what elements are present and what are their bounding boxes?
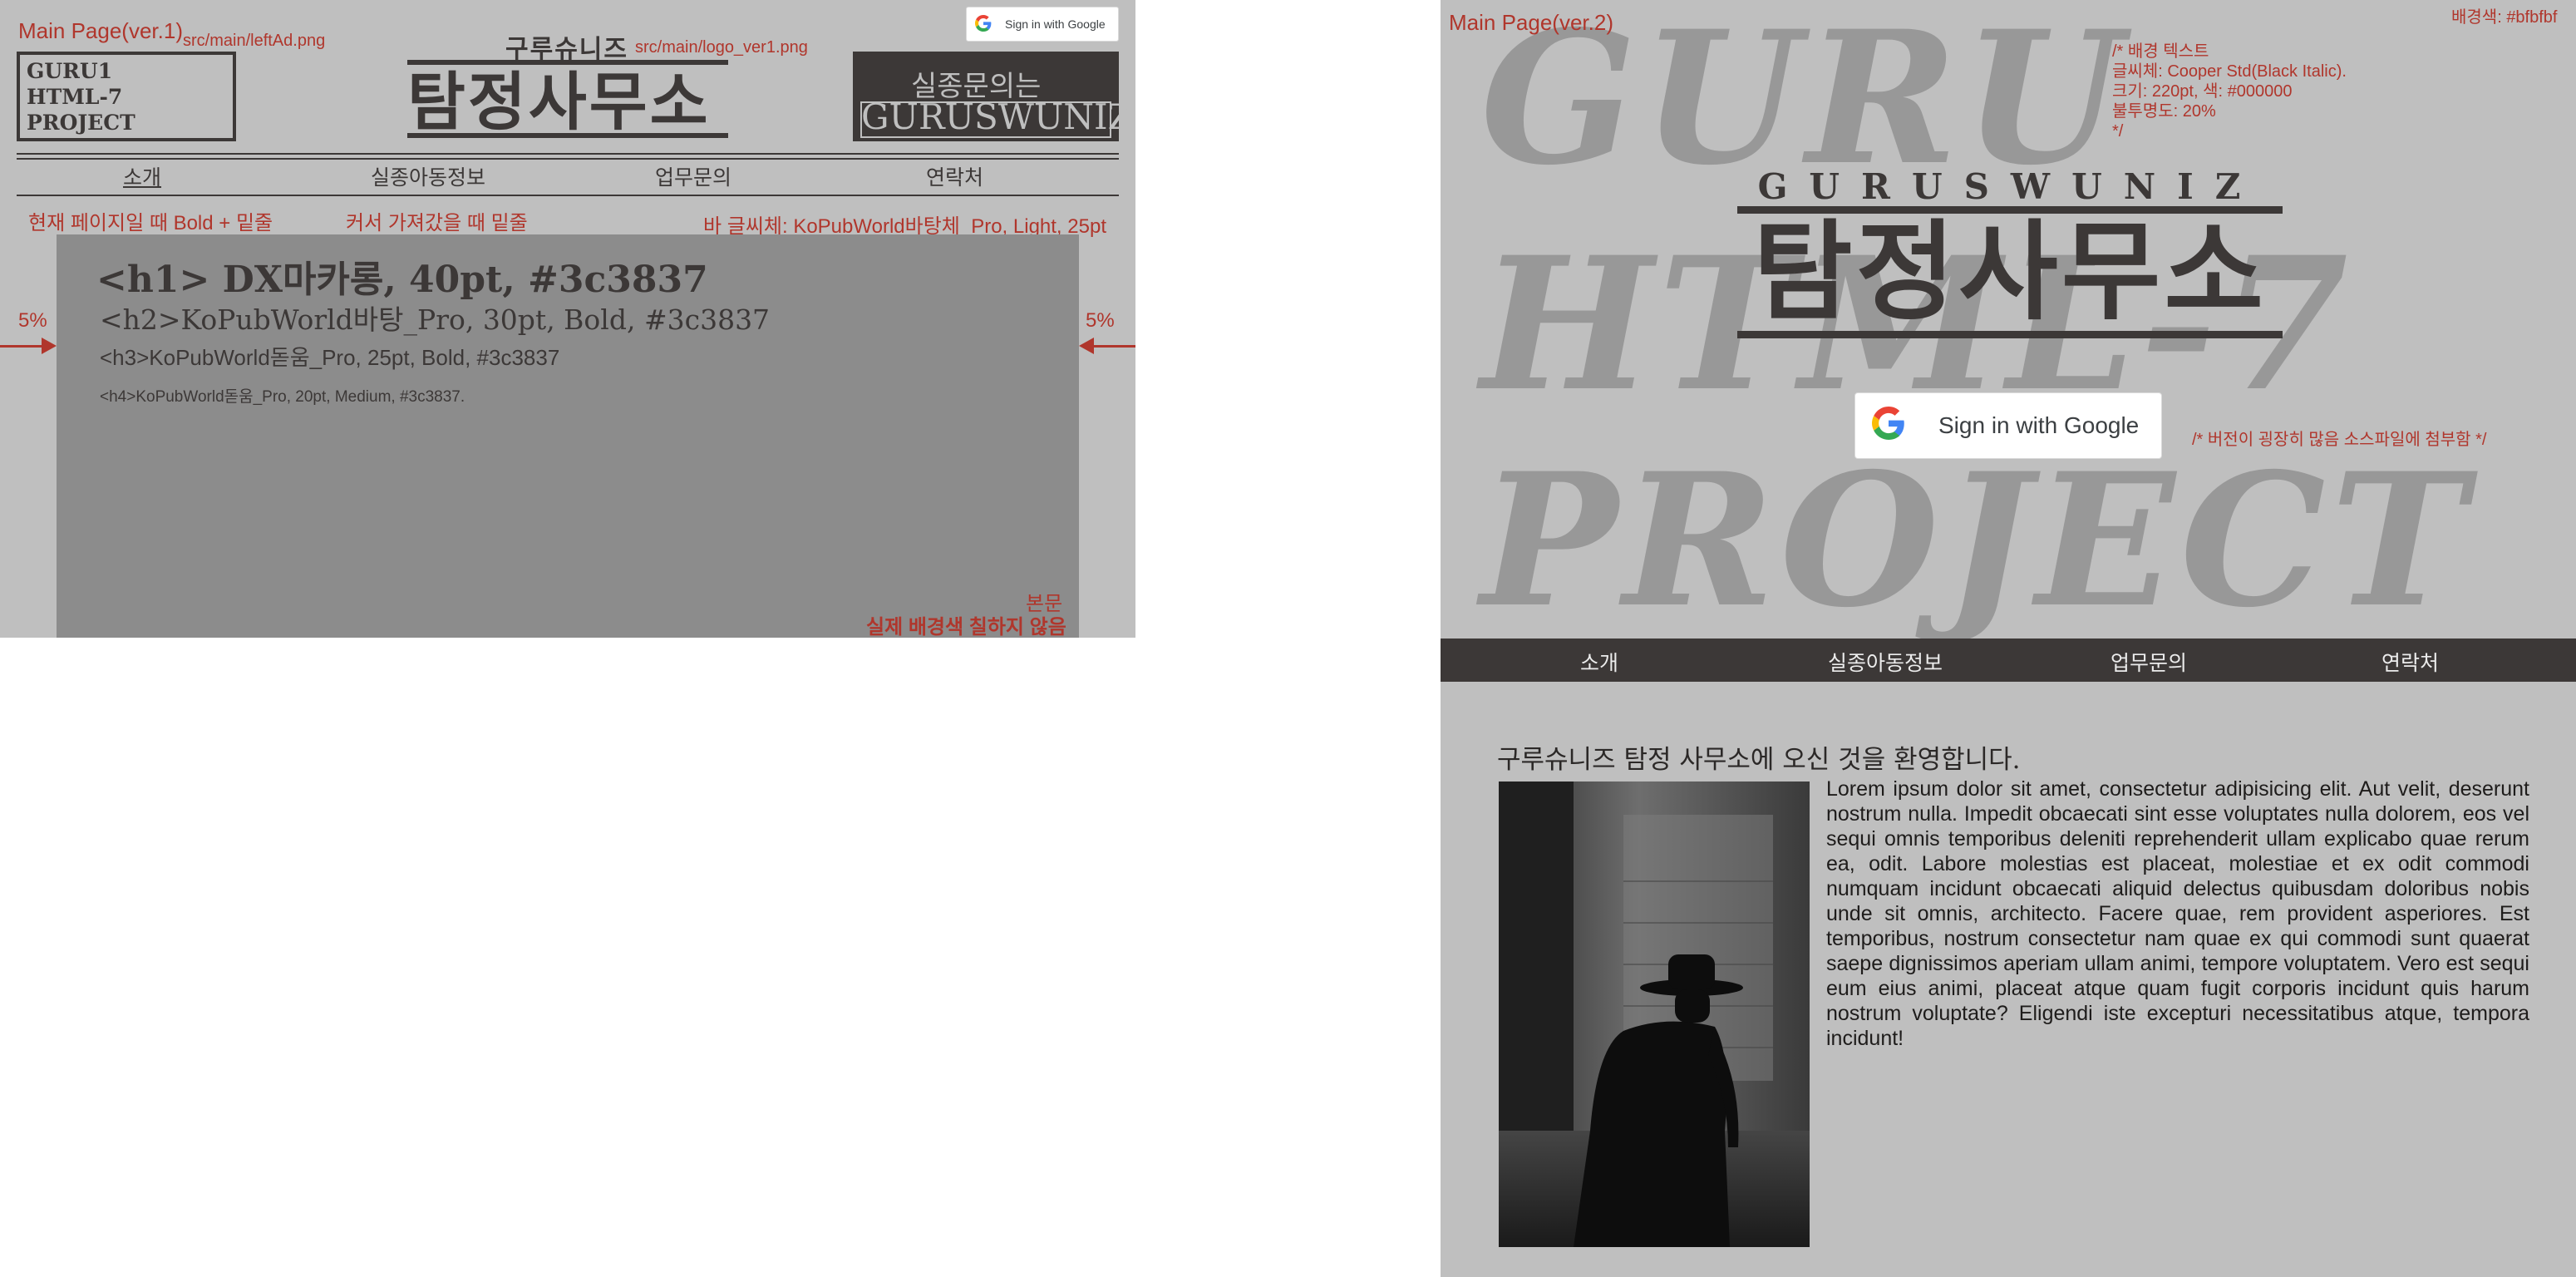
google-signin-button[interactable]: Sign in with Google xyxy=(966,7,1119,42)
font-version-note: /* 버전이 굉장히 많음 소스파일에 첨부함 */ xyxy=(2192,431,2487,449)
google-signin-label: Sign in with Google xyxy=(1005,17,1106,31)
main-page-v2: GURU HTML-7 PROJECT Main Page(ver.2) 배경색… xyxy=(1441,0,2576,1277)
logo-rule-bottom xyxy=(407,133,728,138)
bg-word-project: PROJECT xyxy=(1480,432,2472,648)
nav-item-missing-children[interactable]: 실종아동정보 xyxy=(1828,647,1943,677)
logo-title: 탐정사무소 xyxy=(407,65,711,139)
right-ad-line2: GURUSWUNIZ xyxy=(861,96,1132,137)
note-current-page: 현재 페이지일 때 Bold + 밑줄 xyxy=(28,212,273,234)
nav-rule-bottom xyxy=(17,195,1119,196)
nav-rule-top xyxy=(17,153,1119,155)
nav-item-inquiry[interactable]: 업무문의 xyxy=(2111,647,2187,677)
logo-rule-bottom xyxy=(1737,331,2283,338)
google-g-icon xyxy=(1872,406,1905,446)
nav-item-contact[interactable]: 연락처 xyxy=(2381,647,2439,677)
margin-right-arrow-line xyxy=(1091,345,1135,348)
arrow-left-icon xyxy=(1079,338,1094,354)
heading-h1-sample: <h1> DX마카롱, 40pt, #3c3837 xyxy=(96,259,708,301)
bg-text-note: /* 배경 텍스트 글씨체: Cooper Std(Black Italic).… xyxy=(2112,42,2347,141)
margin-left-arrow-line xyxy=(0,345,47,348)
nav-item-intro[interactable]: 소개 xyxy=(123,161,161,191)
nav-item-intro[interactable]: 소개 xyxy=(1580,647,1618,677)
left-ad-line: GURU1 xyxy=(27,59,113,83)
bg-text-note-line: 불투명도: 20% xyxy=(2112,102,2216,121)
body-note-detail: 실제 배경색 칠하지 않음 xyxy=(866,616,1066,638)
nav-item-inquiry[interactable]: 업무문의 xyxy=(655,161,731,191)
margin-left-label: 5% xyxy=(18,309,47,332)
bg-text-note-line: 크기: 220pt, 색: #000000 xyxy=(2112,82,2293,101)
logo-subtitle: GURUSWUNIZ xyxy=(1757,166,2263,207)
heading-h2-sample: <h2>KoPubWorld바탕_Pro, 30pt, Bold, #3c383… xyxy=(100,303,771,336)
google-signin-button[interactable]: Sign in with Google xyxy=(1854,392,2162,459)
heading-h3-sample: <h3>KoPubWorld돋움_Pro, 25pt, Bold, #3c383… xyxy=(100,345,560,370)
logo-path-note: src/main/logo_ver1.png xyxy=(635,38,808,57)
intro-paragraph: Lorem ipsum dolor sit amet, consectetur … xyxy=(1826,777,2529,1050)
bg-color-note: 배경색: #bfbfbf xyxy=(2451,8,2558,27)
left-ad-text: GURU1 HTML-7 PROJECT xyxy=(27,58,135,136)
panel-title: Main Page(ver.2) xyxy=(1449,10,1613,35)
logo-title: 탐정사무소 xyxy=(1752,208,2267,335)
nav-item-contact[interactable]: 연락처 xyxy=(926,161,983,191)
bg-text-note-line: */ xyxy=(2112,122,2124,141)
nav-rule-top-2 xyxy=(17,158,1119,160)
bg-text-note-line: /* 배경 텍스트 xyxy=(2112,42,2209,61)
left-ad-line: PROJECT xyxy=(27,111,135,135)
panel-title: Main Page(ver.1) xyxy=(18,18,183,43)
left-ad-line: HTML-7 xyxy=(27,85,123,109)
heading-h4-sample: <h4>KoPubWorld돋움_Pro, 20pt, Medium, #3c3… xyxy=(100,388,465,406)
main-page-v1: Main Page(ver.1) src/main/leftAd.png src… xyxy=(0,0,1135,638)
google-signin-label: Sign in with Google xyxy=(1938,412,2140,438)
margin-right-label: 5% xyxy=(1086,309,1115,332)
note-hover: 커서 가져갔을 때 밑줄 xyxy=(346,212,528,234)
left-ad-path-note: src/main/leftAd.png xyxy=(183,32,326,50)
google-g-icon xyxy=(975,14,992,34)
detective-photo xyxy=(1499,781,1810,1247)
welcome-heading: 구루슈니즈 탐정 사무소에 오신 것을 환영합니다. xyxy=(1497,745,2021,775)
bg-text-note-line: 글씨체: Cooper Std(Black Italic). xyxy=(2112,62,2347,81)
nav-item-missing-children[interactable]: 실종아동정보 xyxy=(371,161,485,191)
arrow-right-icon xyxy=(42,338,57,354)
